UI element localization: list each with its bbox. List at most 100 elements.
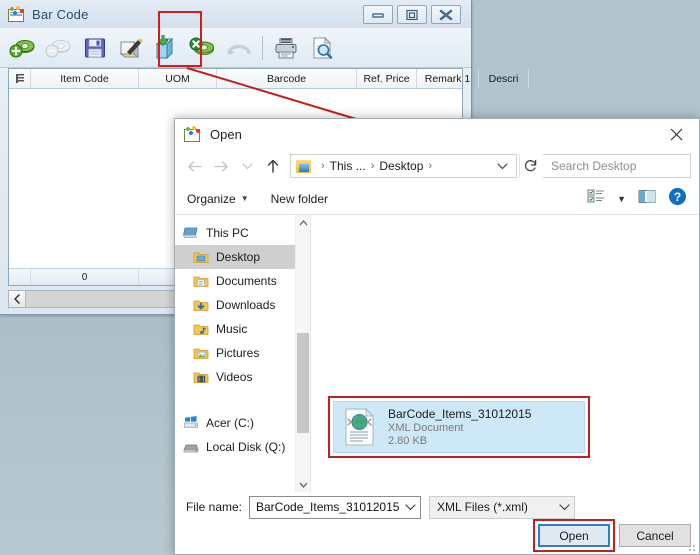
print-button[interactable] (269, 31, 303, 65)
filename-row: File name: BarCode_Items_31012015 XML Fi… (175, 492, 691, 522)
this-pc-icon (183, 226, 199, 240)
local-drive-windows-icon (183, 416, 199, 430)
filename-value: BarCode_Items_31012015 (256, 500, 405, 514)
view-caret-down-icon[interactable]: ▼ (617, 194, 626, 204)
search-input[interactable]: Search Desktop (543, 154, 691, 178)
local-drive-icon (183, 440, 199, 454)
file-type-filter-value: XML Files (*.xml) (437, 500, 559, 514)
scroll-up-icon[interactable] (296, 215, 310, 230)
breadcrumb-item-this-pc[interactable]: This ... (330, 159, 366, 173)
preview-pane-icon[interactable] (638, 189, 656, 209)
sidebar-item-music[interactable]: Music (175, 317, 310, 341)
sidebar-item-acer-c[interactable]: Acer (C:) (175, 411, 310, 435)
videos-folder-icon (193, 370, 209, 384)
file-list-scrollbar[interactable] (684, 215, 699, 492)
footer-count-item-code: 0 (31, 269, 139, 285)
save-button[interactable] (78, 31, 112, 65)
column-header-description[interactable]: Descri (479, 69, 529, 88)
dialog-navigation-bar: › This ... › Desktop › Search Desktop (175, 149, 699, 183)
new-folder-label: New folder (271, 192, 328, 206)
barcode-app-icon (184, 126, 202, 142)
column-header-remark-1[interactable]: Remark 1 (417, 69, 479, 88)
file-type-filter-dropdown[interactable]: XML Files (*.xml) (429, 496, 575, 519)
up-arrow-icon[interactable] (261, 154, 285, 178)
column-header-item-code[interactable]: Item Code (31, 69, 139, 88)
column-header-ref-price[interactable]: Ref. Price (357, 69, 417, 88)
new-folder-button[interactable]: New folder (271, 192, 328, 206)
barcode-window-title: Bar Code (32, 7, 89, 22)
refresh-icon[interactable] (519, 154, 541, 178)
downloads-folder-icon (193, 298, 209, 312)
file-list-item[interactable]: BarCode_Items_31012015 XML Document 2.80… (333, 401, 585, 453)
back-arrow-icon[interactable] (183, 154, 207, 178)
edit-button[interactable] (114, 31, 148, 65)
sidebar-label: Acer (C:) (206, 416, 254, 430)
barcode-toolbar (0, 28, 471, 68)
open-button[interactable]: Open (538, 524, 610, 547)
column-header-uom[interactable]: UOM (139, 69, 217, 88)
restore-button[interactable] (397, 5, 427, 24)
add-record-button[interactable] (6, 31, 40, 65)
dialog-command-bar: Organize ▼ New folder ▼ (175, 183, 699, 215)
dialog-footer: File name: BarCode_Items_31012015 XML Fi… (175, 492, 699, 554)
filename-chevron-down-icon[interactable] (405, 500, 416, 514)
barcode-window-controls (363, 5, 461, 24)
file-name-label: BarCode_Items_31012015 (388, 407, 531, 421)
open-file-dialog: Open › This ... › Desktop › (174, 118, 700, 555)
barcode-app-icon (8, 6, 26, 22)
sidebar-label: Desktop (216, 250, 260, 264)
sidebar-item-videos[interactable]: Videos (175, 365, 310, 389)
help-icon[interactable]: ? (668, 187, 687, 211)
undo-button[interactable] (222, 31, 256, 65)
column-header-barcode[interactable]: Barcode (217, 69, 357, 88)
delete-record-button[interactable] (42, 31, 76, 65)
music-folder-icon (193, 322, 209, 336)
view-list-icon[interactable] (587, 188, 605, 209)
breadcrumb-chevron-down-icon[interactable] (491, 162, 514, 170)
sidebar-label: Pictures (216, 346, 259, 360)
footer-indicator (9, 269, 31, 285)
close-button[interactable] (431, 5, 461, 24)
preview-button[interactable] (305, 31, 339, 65)
scroll-down-icon[interactable] (296, 477, 310, 492)
dialog-title: Open (210, 127, 242, 142)
sidebar-item-pictures[interactable]: Pictures (175, 341, 310, 365)
file-metadata: BarCode_Items_31012015 XML Document 2.80… (388, 407, 531, 447)
import-button[interactable] (150, 31, 184, 65)
filter-chevron-down-icon[interactable] (559, 500, 570, 514)
sidebar-item-desktop[interactable]: Desktop (175, 245, 310, 269)
organize-label: Organize (187, 192, 236, 206)
minimize-button[interactable] (363, 5, 393, 24)
sidebar-scroll-thumb[interactable] (297, 333, 309, 433)
open-button-wrapper: Open (538, 524, 610, 547)
recent-locations-chevron-down-icon[interactable] (235, 154, 259, 178)
breadcrumb-item-desktop[interactable]: Desktop (379, 159, 423, 173)
resize-grip[interactable] (686, 542, 696, 552)
sidebar-item-this-pc[interactable]: This PC (175, 221, 310, 245)
filename-input[interactable]: BarCode_Items_31012015 (249, 496, 421, 519)
sidebar-label: Videos (216, 370, 252, 384)
svg-text:?: ? (674, 190, 681, 204)
sidebar-label: This PC (206, 226, 249, 240)
sidebar-label: Music (216, 322, 247, 336)
sidebar-label: Documents (216, 274, 277, 288)
grid-header-row: Item Code UOM Barcode Ref. Price Remark … (9, 69, 462, 89)
sidebar-scrollbar[interactable] (295, 215, 310, 492)
sidebar-item-downloads[interactable]: Downloads (175, 293, 310, 317)
export-button[interactable] (186, 31, 220, 65)
documents-folder-icon (193, 274, 209, 288)
caret-down-icon: ▼ (241, 194, 249, 203)
close-icon[interactable] (654, 119, 699, 149)
organize-menu-button[interactable]: Organize ▼ (187, 192, 249, 206)
cancel-button[interactable]: Cancel (619, 524, 691, 547)
grid-row-indicator-header (9, 69, 31, 88)
chevron-left-icon[interactable] (9, 291, 26, 307)
sidebar-item-local-disk-q[interactable]: Local Disk (Q:) (175, 435, 310, 459)
dialog-button-row: Open Cancel (538, 524, 691, 547)
file-list-pane[interactable]: BarCode_Items_31012015 XML Document 2.80… (311, 215, 699, 492)
breadcrumb-address-bar[interactable]: › This ... › Desktop › (290, 154, 517, 178)
sidebar-item-documents[interactable]: Documents (175, 269, 310, 293)
forward-arrow-icon[interactable] (209, 154, 233, 178)
dialog-body: This PC Desktop Documents Downloads (175, 215, 699, 492)
xml-document-icon (344, 408, 376, 446)
